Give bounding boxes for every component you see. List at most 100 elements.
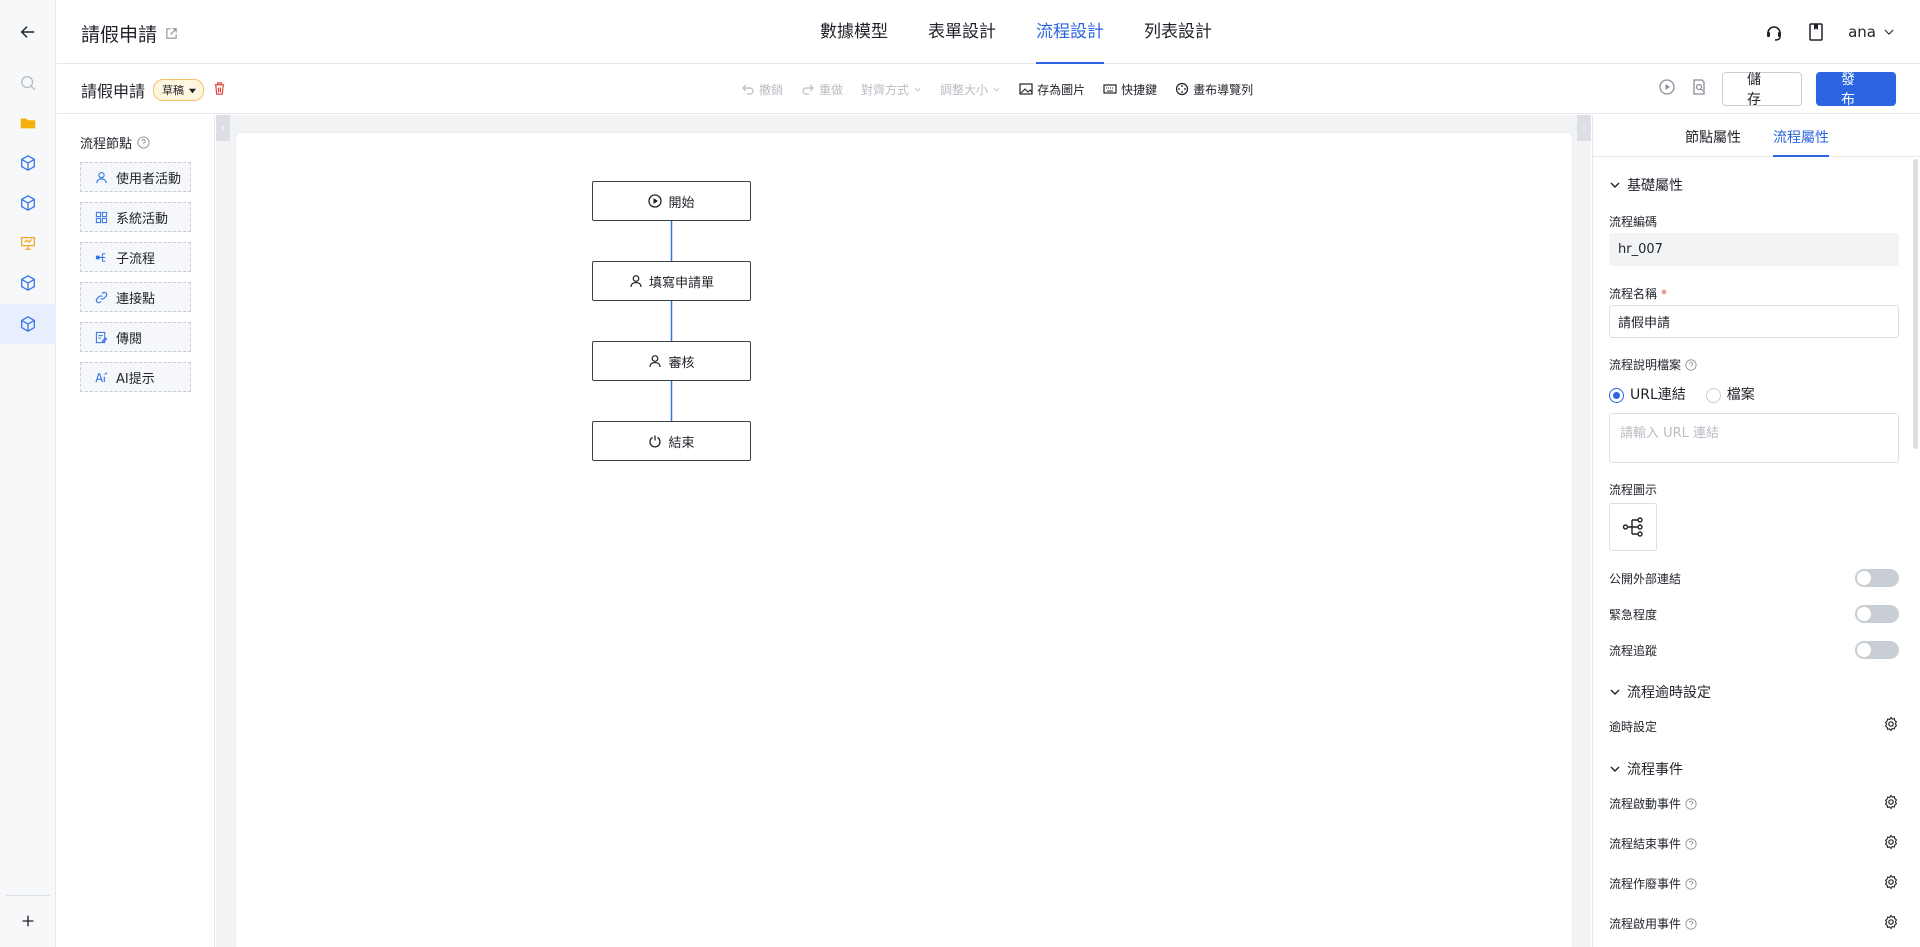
power-icon xyxy=(649,435,662,448)
document-icon[interactable] xyxy=(1806,22,1826,42)
help-icon[interactable] xyxy=(1685,797,1697,810)
delete-button[interactable] xyxy=(212,81,227,100)
subprocess-icon xyxy=(95,252,106,262)
section-basic-properties[interactable]: 基礎屬性 xyxy=(1609,175,1683,195)
flow-node-start[interactable]: 開始 xyxy=(592,181,751,221)
back-button[interactable] xyxy=(0,12,56,52)
rail-app-2[interactable] xyxy=(0,183,56,223)
radio-label: URL連結 xyxy=(1630,387,1686,403)
timeout-setting-label: 逾時設定 xyxy=(1609,720,1658,734)
help-icon[interactable] xyxy=(1685,877,1697,890)
palette-item-label: 傳閱 xyxy=(116,331,143,347)
radio-url-link[interactable]: URL連結 xyxy=(1609,384,1686,404)
flow-node-fill-form[interactable]: 填寫申請單 xyxy=(592,261,751,301)
chevron-down-icon xyxy=(1610,766,1620,772)
urgency-toggle[interactable] xyxy=(1855,605,1899,623)
undo-button[interactable]: 撤銷 xyxy=(741,81,783,98)
flow-connectors xyxy=(665,221,678,445)
rail-app-3[interactable] xyxy=(0,223,56,263)
tab-node-properties[interactable]: 節點屬性 xyxy=(1685,127,1741,147)
rail-app-5[interactable] xyxy=(0,304,56,344)
rail-search[interactable] xyxy=(0,63,56,103)
process-name-field[interactable]: 請假申請 xyxy=(1609,305,1899,338)
flow-canvas[interactable]: 開始 填寫申請單 審核 結束 xyxy=(236,133,1572,947)
rail-folder[interactable] xyxy=(0,103,56,143)
palette-item-system-activity[interactable]: 系統活動 xyxy=(80,202,191,232)
urgency-label: 緊急程度 xyxy=(1609,608,1658,622)
palette-item-connection-point[interactable]: 連接點 xyxy=(80,282,191,312)
align-dropdown[interactable]: 對齊方式 xyxy=(861,81,922,98)
folder-icon xyxy=(20,118,36,129)
event-start-label: 流程啟動事件 xyxy=(1609,795,1697,812)
gear-icon[interactable] xyxy=(1883,834,1899,850)
tab-form-design[interactable]: 表單設計 xyxy=(908,0,1016,64)
redo-button[interactable]: 重做 xyxy=(801,81,843,98)
support-icon[interactable] xyxy=(1764,22,1784,42)
presentation-icon xyxy=(21,236,35,250)
palette-item-ai-prompt[interactable]: AI提示 xyxy=(80,362,191,392)
tab-data-model[interactable]: 數據模型 xyxy=(800,0,908,64)
resize-dropdown[interactable]: 調整大小 xyxy=(940,81,1001,98)
radio-file[interactable]: 檔案 xyxy=(1705,384,1755,404)
section-process-events[interactable]: 流程事件 xyxy=(1609,759,1683,779)
save-button[interactable]: 儲 存 xyxy=(1722,72,1802,108)
flow-tree-icon xyxy=(1622,517,1643,537)
save-image-button[interactable]: 存為圖片 xyxy=(1019,81,1085,98)
shortcuts-button[interactable]: 快捷鍵 xyxy=(1103,81,1157,98)
tab-list-design[interactable]: 列表設計 xyxy=(1124,0,1232,64)
flow-node-label: 開始 xyxy=(668,195,695,211)
tracking-toggle[interactable] xyxy=(1855,641,1899,659)
publish-button[interactable]: 發 布 xyxy=(1816,72,1896,108)
url-link-input[interactable]: 請輸入 URL 連結 xyxy=(1609,413,1899,463)
preview-button[interactable] xyxy=(1690,78,1708,100)
properties-scrollbar[interactable] xyxy=(1913,159,1918,449)
user-name: ana xyxy=(1848,23,1876,41)
tab-process-properties[interactable]: 流程屬性 xyxy=(1773,127,1829,157)
tab-process-design[interactable]: 流程設計 xyxy=(1016,0,1124,64)
palette-item-user-activity[interactable]: 使用者活動 xyxy=(80,162,191,192)
help-icon[interactable] xyxy=(1685,358,1697,371)
process-icon-label: 流程圖示 xyxy=(1609,483,1658,497)
flow-node-review[interactable]: 審核 xyxy=(592,341,751,381)
rail-app-4[interactable] xyxy=(0,263,56,303)
flow-node-end[interactable]: 結束 xyxy=(592,421,751,461)
palette-item-circulate[interactable]: 傳閱 xyxy=(80,322,191,352)
play-circle-icon xyxy=(648,194,663,208)
section-timeout-settings[interactable]: 流程逾時設定 xyxy=(1609,682,1711,702)
rail-app-1[interactable] xyxy=(0,143,56,183)
help-icon[interactable] xyxy=(1685,837,1697,850)
collapse-left-panel[interactable]: ‹ xyxy=(216,115,230,141)
keyboard-icon xyxy=(1103,84,1117,94)
status-badge: 草稿 xyxy=(162,84,185,97)
gear-icon[interactable] xyxy=(1883,716,1899,732)
radio-label: 檔案 xyxy=(1726,387,1755,403)
user-menu[interactable]: ana xyxy=(1848,23,1896,41)
chevron-down-icon xyxy=(1610,689,1620,695)
navigator-button[interactable]: 畫布導覽列 xyxy=(1175,81,1253,98)
compass-icon xyxy=(1175,82,1189,96)
process-name-label: 流程名稱 * xyxy=(1609,285,1667,302)
collapse-right-panel[interactable]: › xyxy=(1577,115,1591,141)
flow-node-label: 結束 xyxy=(668,435,695,451)
palette-item-subprocess[interactable]: 子流程 xyxy=(80,242,191,272)
status-dropdown[interactable]: 草稿 xyxy=(153,79,205,101)
gear-icon[interactable] xyxy=(1883,914,1899,930)
process-icon-picker[interactable] xyxy=(1609,503,1657,551)
rail-add-button[interactable] xyxy=(0,901,56,941)
public-link-label: 公開外部連結 xyxy=(1609,572,1682,586)
node-palette: 流程節點 使用者活動 系統活動 子流程 連接點 傳閱 AI提示 xyxy=(57,115,215,947)
process-doc-label-text: 流程說明檔案 xyxy=(1609,358,1682,372)
external-link-icon[interactable] xyxy=(165,27,178,40)
gear-icon[interactable] xyxy=(1883,874,1899,890)
event-label-text: 流程作廢事件 xyxy=(1609,877,1682,891)
event-void-label: 流程作廢事件 xyxy=(1609,875,1697,892)
run-button[interactable] xyxy=(1658,78,1676,100)
chevron-down-icon xyxy=(1884,29,1894,35)
process-name-label-text: 流程名稱 xyxy=(1609,287,1658,301)
public-link-toggle[interactable] xyxy=(1855,569,1899,587)
required-mark: * xyxy=(1661,286,1668,301)
help-icon[interactable] xyxy=(137,136,150,149)
help-icon[interactable] xyxy=(1685,917,1697,930)
gear-icon[interactable] xyxy=(1883,794,1899,810)
app-title-text: 請假申請 xyxy=(81,24,158,46)
